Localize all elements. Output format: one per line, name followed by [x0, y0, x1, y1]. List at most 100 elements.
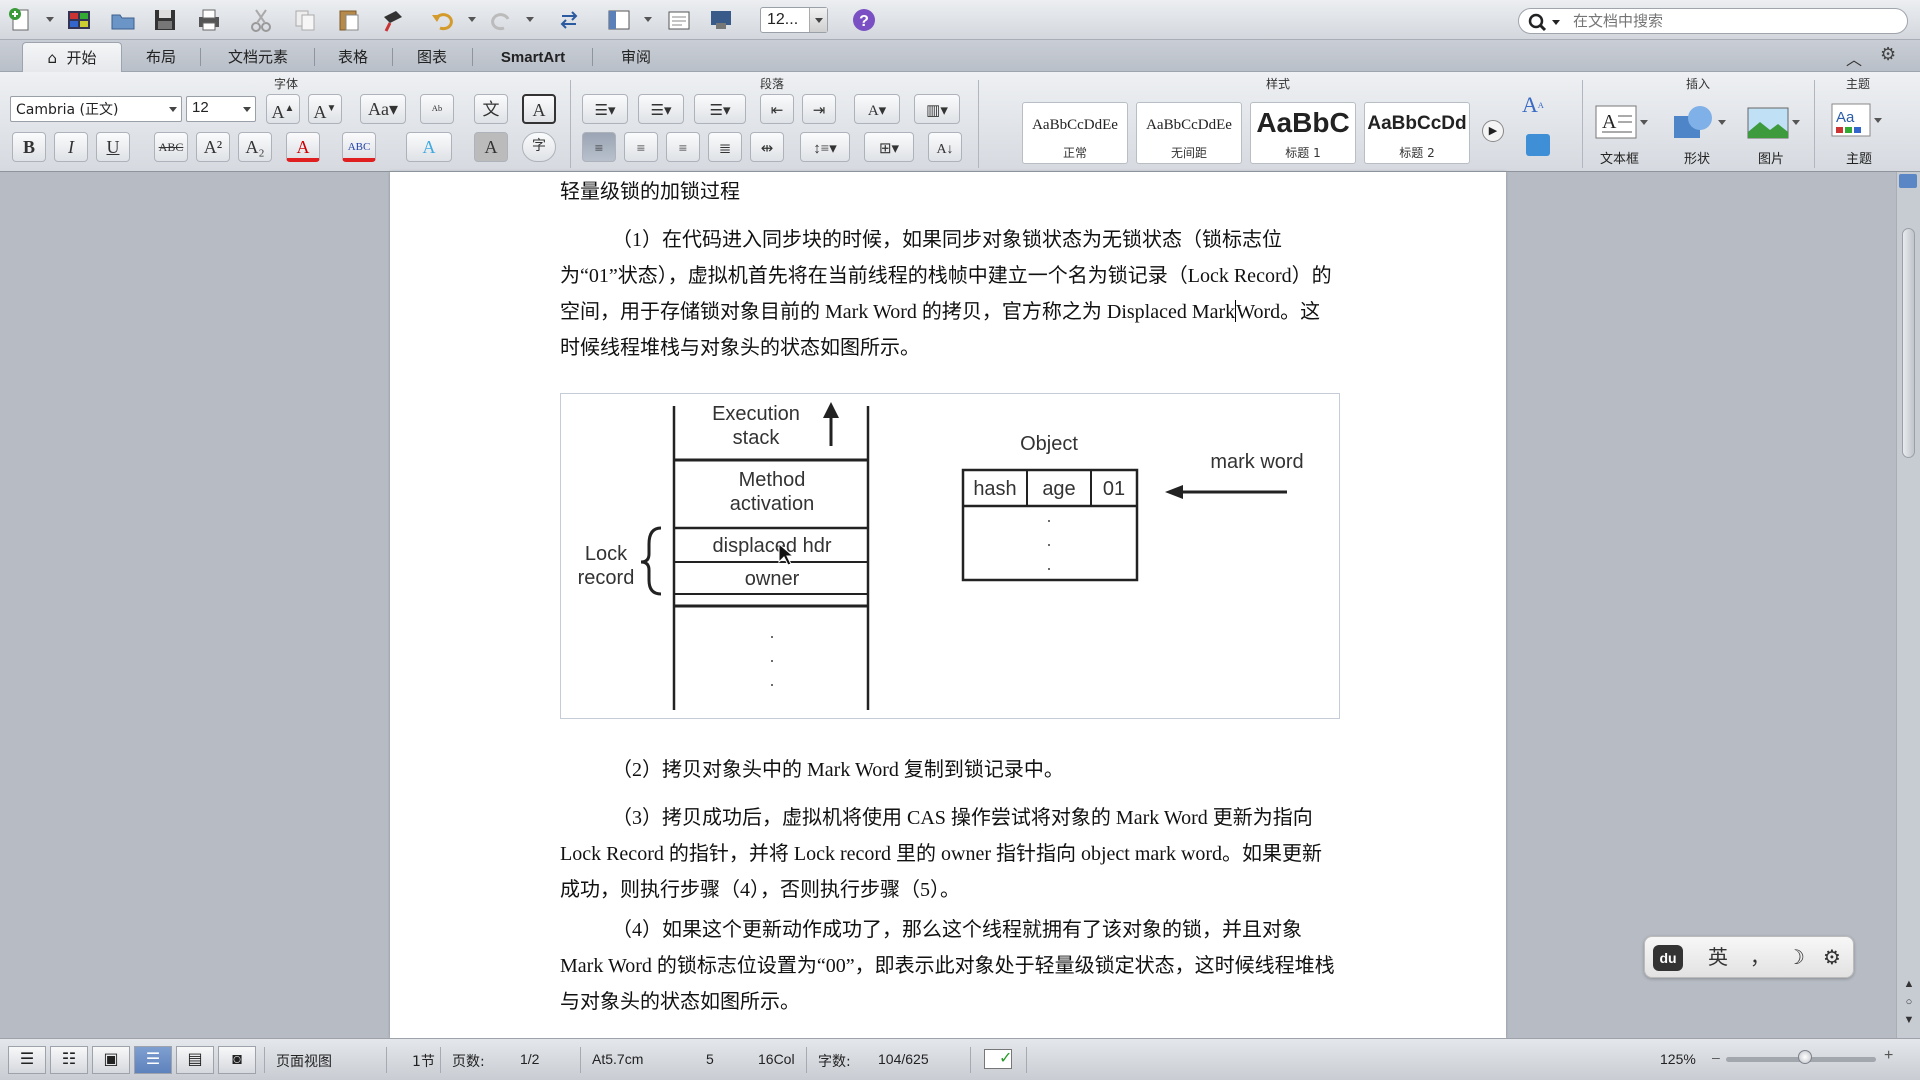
- undo-dropdown-icon[interactable]: [468, 17, 476, 22]
- tab-charts[interactable]: 图表: [396, 42, 468, 72]
- font-name-select[interactable]: Cambria (正文): [10, 96, 182, 122]
- underline-button[interactable]: U: [96, 132, 130, 162]
- sort-button[interactable]: A↓: [928, 132, 962, 162]
- spell-check-status-icon[interactable]: ✓: [984, 1049, 1012, 1069]
- document-search[interactable]: [1518, 8, 1908, 34]
- line-spacing-button[interactable]: ↕≡▾: [800, 132, 850, 162]
- increase-indent-button[interactable]: ⇥: [802, 94, 836, 124]
- distribute-button[interactable]: ⇹: [750, 132, 784, 162]
- picture-button[interactable]: [1744, 102, 1802, 146]
- italic-button[interactable]: I: [54, 132, 88, 162]
- subscript-button[interactable]: A₂: [238, 132, 272, 162]
- paragraph-2[interactable]: （2）拷贝对象头中的 Mark Word 复制到锁记录中。: [560, 752, 1340, 788]
- borders-button[interactable]: ⊞▾: [864, 132, 914, 162]
- highlight-button[interactable]: ABC: [342, 132, 376, 162]
- vertical-scrollbar[interactable]: ▲ ○ ▼: [1896, 172, 1920, 1038]
- textbox-button[interactable]: A: [1594, 102, 1650, 146]
- new-document-icon[interactable]: [6, 5, 36, 35]
- ime-language-toggle[interactable]: 英: [1703, 945, 1733, 971]
- char-border-button[interactable]: A: [522, 94, 556, 124]
- paste-icon[interactable]: [334, 5, 364, 35]
- styles-pane-icon[interactable]: Aᴬ: [1522, 92, 1544, 118]
- align-right-button[interactable]: ≡: [666, 132, 700, 162]
- focus-view-button[interactable]: ◙: [218, 1046, 256, 1074]
- notebook-view-button[interactable]: ▤: [176, 1046, 214, 1074]
- copy-icon[interactable]: [290, 5, 320, 35]
- theme-button[interactable]: Aa: [1830, 100, 1886, 142]
- bullets-button[interactable]: ☰▾: [582, 94, 628, 124]
- tab-tables[interactable]: 表格: [318, 42, 388, 72]
- redo-dropdown-icon[interactable]: [526, 17, 534, 22]
- browse-object-icon[interactable]: ○: [1901, 994, 1917, 1010]
- baidu-ime-icon[interactable]: du: [1653, 945, 1683, 971]
- gallery-icon[interactable]: [64, 5, 94, 35]
- publishing-view-button[interactable]: ▣: [92, 1046, 130, 1074]
- numbering-button[interactable]: ☰▾: [638, 94, 684, 124]
- grow-font-button[interactable]: A▲: [266, 94, 300, 124]
- moon-icon[interactable]: ☽: [1781, 945, 1811, 971]
- decrease-indent-button[interactable]: ⇤: [760, 94, 794, 124]
- print-icon[interactable]: [194, 5, 224, 35]
- spelling-button[interactable]: ᴬᵇ: [420, 94, 454, 124]
- search-icon[interactable]: [1527, 12, 1563, 32]
- text-direction-button[interactable]: A▾: [854, 94, 900, 124]
- swap-arrows-icon[interactable]: [554, 5, 584, 35]
- zoom-out-icon[interactable]: –: [1712, 1049, 1720, 1065]
- new-dropdown-icon[interactable]: [46, 17, 54, 22]
- toolbox-icon[interactable]: [664, 5, 694, 35]
- paragraph-4[interactable]: （4）如果这个更新动作成功了，那么这个线程就拥有了该对象的锁，并且对象 Mark…: [560, 912, 1340, 1020]
- tab-smartart[interactable]: SmartArt: [478, 42, 588, 72]
- styles-next-icon[interactable]: ▶: [1482, 120, 1504, 142]
- help-icon[interactable]: ?: [849, 5, 879, 35]
- prev-page-icon[interactable]: ▲: [1901, 976, 1917, 992]
- document-page[interactable]: 轻量级锁的加锁过程 （1）在代码进入同步块的时候，如果同步对象锁状态为无锁状态（…: [390, 172, 1506, 1038]
- chevron-down-icon[interactable]: [809, 8, 827, 32]
- justify-button[interactable]: ≣: [708, 132, 742, 162]
- enclose-char-button[interactable]: 字: [522, 132, 556, 162]
- gear-icon[interactable]: ⚙: [1817, 945, 1847, 971]
- sidebar-dropdown-icon[interactable]: [644, 17, 652, 22]
- paragraph-mark-icon[interactable]: [1526, 134, 1550, 156]
- style-heading-2[interactable]: AaBbCcDd 标题 2: [1364, 102, 1470, 164]
- style-normal[interactable]: AaBbCcDdEe 正常: [1022, 102, 1128, 164]
- draft-view-button[interactable]: ☰: [8, 1046, 46, 1074]
- columns-button[interactable]: ▥▾: [914, 94, 960, 124]
- tab-document-elements[interactable]: 文档元素: [206, 42, 310, 72]
- redo-icon[interactable]: [486, 5, 516, 35]
- zoom-combo[interactable]: 12...: [760, 7, 828, 33]
- ribbon-settings-icon[interactable]: ⚙: [1880, 44, 1896, 65]
- paragraph-3[interactable]: （3）拷贝成功后，虚拟机将使用 CAS 操作尝试将对象的 Mark Word 更…: [560, 800, 1340, 908]
- ime-punctuation-toggle[interactable]: ，: [1745, 945, 1775, 971]
- text-effects-button[interactable]: A: [406, 132, 452, 162]
- strikethrough-button[interactable]: ABC: [154, 132, 188, 162]
- collapse-ribbon-icon[interactable]: ︿: [1846, 46, 1862, 70]
- bold-button[interactable]: B: [12, 132, 46, 162]
- shape-button[interactable]: [1670, 102, 1728, 146]
- paragraph-1[interactable]: （1）在代码进入同步块的时候，如果同步对象锁状态为无锁状态（锁标志位为“01”状…: [560, 222, 1340, 366]
- align-center-button[interactable]: ≡: [624, 132, 658, 162]
- next-page-icon[interactable]: ▼: [1901, 1012, 1917, 1028]
- save-icon[interactable]: [150, 5, 180, 35]
- align-left-button[interactable]: ≡: [582, 132, 616, 162]
- scroll-thumb[interactable]: [1902, 228, 1915, 458]
- media-browser-icon[interactable]: [706, 5, 736, 35]
- undo-icon[interactable]: [428, 5, 458, 35]
- print-layout-view-button[interactable]: ☰: [134, 1046, 172, 1074]
- format-painter-icon[interactable]: [378, 5, 408, 35]
- zoom-slider-handle[interactable]: [1798, 1050, 1812, 1064]
- tab-review[interactable]: 审阅: [596, 42, 676, 72]
- char-shading-button[interactable]: A: [474, 132, 508, 162]
- style-heading-1[interactable]: AaBbC 标题 1: [1250, 102, 1356, 164]
- phonetic-button[interactable]: 文: [474, 94, 508, 124]
- tab-home[interactable]: ⌂ 开始: [22, 42, 122, 72]
- font-size-select[interactable]: 12: [186, 96, 256, 122]
- split-handle-icon[interactable]: [1899, 174, 1917, 188]
- sidebar-icon[interactable]: [604, 5, 634, 35]
- outline-view-button[interactable]: ☷: [50, 1046, 88, 1074]
- tab-layout[interactable]: 布局: [126, 42, 196, 72]
- font-color-button[interactable]: A: [286, 132, 320, 162]
- chevron-down-icon[interactable]: [239, 97, 255, 121]
- chevron-down-icon[interactable]: [165, 97, 181, 121]
- shrink-font-button[interactable]: A▼: [308, 94, 342, 124]
- open-icon[interactable]: [108, 5, 138, 35]
